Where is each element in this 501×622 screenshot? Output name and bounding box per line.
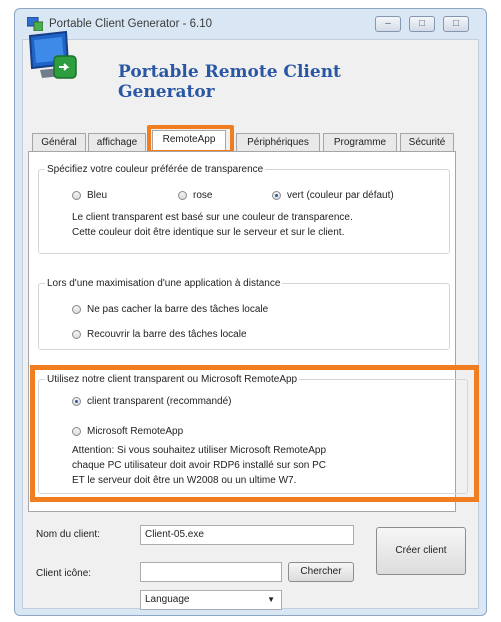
transparency-group: Spécifiez votre couleur préférée de tran… [38,164,450,254]
remoteapp-warning-line-2: chaque PC utilisateur doit avoir RDP6 in… [72,460,327,471]
maximize-group-legend: Lors d'une maximisation d'une applicatio… [47,278,281,289]
tab-general[interactable]: Général [32,133,86,151]
transparency-note: Le client transparent est basé sur une c… [72,210,353,240]
close-icon[interactable]: □ [443,16,469,32]
window-title: Portable Client Generator - 6.10 [49,18,213,30]
radio-recouvrir[interactable]: Recouvrir la barre des tâches locale [72,329,247,340]
tab-securite[interactable]: Sécurité [400,133,454,151]
tab-programme[interactable]: Programme [323,133,397,151]
radio-microsoft-remoteapp-label: Microsoft RemoteApp [87,426,184,437]
radio-rose-indicator [178,191,187,200]
radio-ne-pas-cacher-indicator [72,305,81,314]
radio-recouvrir-indicator [72,330,81,339]
remoteapp-warning-line-3: ET le serveur doit être un W2008 ou un u… [72,475,297,486]
remoteapp-warning-note: Attention: Si vous souhaitez utiliser Mi… [72,443,326,488]
remoteapp-warning-line-1: Attention: Si vous souhaitez utiliser Mi… [72,445,327,456]
radio-bleu[interactable]: Bleu [72,190,107,201]
client-name-label: Nom du client: [36,529,100,540]
radio-vert-label: vert (couleur par défaut) [287,190,394,201]
radio-client-transparent-indicator [72,397,81,406]
transparency-note-line-2: Cette couleur doit être identique sur le… [72,227,345,238]
radio-client-transparent[interactable]: client transparent (recommandé) [72,396,232,407]
tab-remoteapp[interactable]: RemoteApp [152,130,226,152]
title-bar: Portable Client Generator - 6.10 – □ □ [15,9,486,39]
radio-bleu-indicator [72,191,81,200]
client-name-field[interactable]: Client-05.exe [140,525,354,545]
maximize-icon[interactable]: □ [409,16,435,32]
language-select[interactable]: Language ▼ [140,590,282,610]
dropdown-arrow-icon: ▼ [267,595,275,604]
transparency-note-line-1: Le client transparent est basé sur une c… [72,212,353,223]
client-icon-label: Client icône: [36,568,92,579]
client-type-group-legend: Utilisez notre client transparent ou Mic… [47,374,298,385]
radio-recouvrir-label: Recouvrir la barre des tâches locale [87,329,247,340]
radio-ne-pas-cacher-label: Ne pas cacher la barre des tâches locale [87,304,269,315]
transparency-group-legend: Spécifiez votre couleur préférée de tran… [47,164,264,175]
app-icon [27,17,43,31]
radio-vert[interactable]: vert (couleur par défaut) [272,190,394,201]
create-client-button[interactable]: Créer client [376,527,466,575]
radio-bleu-label: Bleu [87,190,108,201]
radio-microsoft-remoteapp-indicator [72,427,81,436]
radio-vert-indicator [272,191,281,200]
tab-peripheriques[interactable]: Périphériques [236,133,320,151]
radio-client-transparent-label: client transparent (recommandé) [87,396,232,407]
minimize-icon[interactable]: – [375,16,401,32]
app-header-title: Portable Remote Client Generator [118,62,341,102]
radio-rose-label: rose [193,190,213,201]
monitor-logo-icon [28,30,77,79]
tab-affichage[interactable]: affichage [88,133,146,151]
language-select-value: Language [145,594,190,605]
client-icon-field[interactable] [140,562,282,582]
radio-rose[interactable]: rose [178,190,212,201]
radio-ne-pas-cacher[interactable]: Ne pas cacher la barre des tâches locale [72,304,268,315]
radio-microsoft-remoteapp[interactable]: Microsoft RemoteApp [72,426,183,437]
browse-button[interactable]: Chercher [288,562,354,582]
